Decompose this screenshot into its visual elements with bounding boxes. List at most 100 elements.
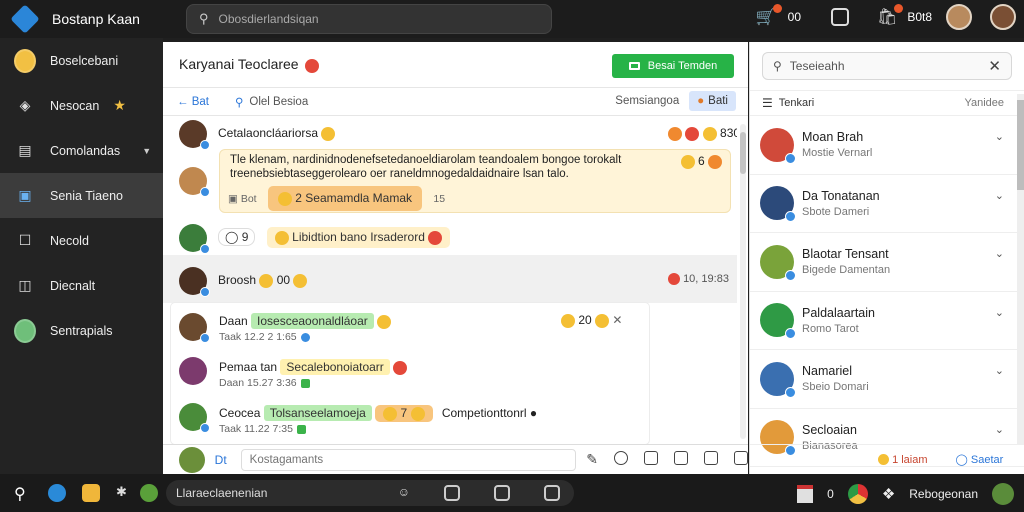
person-subtitle: Mostie Vernarl [802,147,873,160]
sort-dropdown[interactable]: Semsiangoa [615,95,679,107]
menu-icon[interactable]: ☰ [762,96,773,110]
message-reactions[interactable]: 830 [668,126,737,141]
filter-tag[interactable]: ● Bati [689,91,736,111]
pencil-icon[interactable]: ✎ [586,451,598,468]
status-tag: Tolsanseelamoeja [263,405,372,421]
chevron-down-icon[interactable]: ⌄ [995,364,1004,377]
sidebar-item-documents[interactable]: ☐ Necold [0,218,163,263]
calendar-icon[interactable] [797,485,814,503]
left-sidebar: Boselcebani ◈ Nesocan ★ ▤ Comolandas ▼ ▣… [0,38,163,474]
person-name: Paldalaartain [802,305,875,320]
video-icon [628,62,640,70]
user-avatar[interactable] [992,483,1014,505]
search-icon[interactable]: ⚲ [235,95,243,109]
taskbar-search[interactable]: Llaraeclaenenian ☺ [166,480,574,506]
emoji-icon[interactable] [614,451,628,465]
thread-reaction[interactable]: 20 ✕ [561,313,622,328]
people-scrollbar[interactable] [1017,94,1024,444]
cart-count: 00 [787,10,801,24]
back-button[interactable]: ← Bat [177,96,209,108]
calendar-icon: ◫ [18,277,32,293]
close-icon[interactable]: ✕ [988,57,1001,75]
puzzle-icon[interactable]: ❖ [882,485,895,503]
chrome-icon[interactable] [847,484,868,504]
people-search-input[interactable]: ⚲ Teseieahh ✕ [762,52,1012,80]
top-search-input[interactable]: ⚲ Obosdierlandsiqan [186,4,552,34]
search-icon[interactable]: ⚲ [14,484,32,503]
message-author: Cetalaoncláariorsa [218,126,336,141]
primary-action-button[interactable]: Besai Temden [612,54,734,78]
footer-link-a[interactable]: 1 laiam [878,454,928,466]
list-item[interactable]: Namariel Sbeio Domari ⌄ [750,350,1024,409]
person-subtitle: Sbeio Domari [802,381,869,394]
angry-emoji-icon [304,58,319,73]
chat-panel: Karyanai Teoclaree Besai Temden ← Bat ⚲ … [163,42,748,474]
sidebar-item-calendar[interactable]: ◫ Diecnalt [0,263,163,308]
sidebar-item-active-chat[interactable]: ▣ Senia Tiaeno [0,173,163,218]
avatar[interactable] [179,357,207,385]
primary-action-label: Besai Temden [647,60,718,72]
people-icon[interactable]: ☺ [398,485,410,501]
avatar[interactable] [179,267,210,297]
avatar[interactable] [179,167,210,197]
settings-icon[interactable]: ✱ [116,484,130,502]
list-item[interactable]: Da Tonatanan Sbote Dameri ⌄ [750,175,1024,233]
chevron-down-icon[interactable]: ⌄ [995,247,1004,260]
reaction-pill[interactable]: Libidtion bano Irsaderord [266,227,451,248]
list-item[interactable]: Paldalaartain Romo Tarot ⌄ [750,292,1024,350]
sidebar-item-profile[interactable]: Boselcebani [0,38,163,83]
chat-search-label[interactable]: Olel Besioa [249,96,308,108]
status-tag: Secalebonoiatoarr [280,359,390,375]
person-name: Secloaian [802,422,857,437]
contact-avatar-button[interactable] [946,4,972,30]
people-header-filter[interactable]: Yanidee [964,97,1004,109]
profile-avatar [990,4,1016,30]
person-subtitle: Sbote Dameri [802,205,870,218]
message-reaction[interactable]: 6 [680,154,722,169]
sidebar-item-label: Boselcebani [50,53,119,68]
chevron-down-icon[interactable]: ⌄ [995,130,1004,143]
search-icon: ⚲ [773,59,782,73]
status-tag: Iosesceaoonaldláoar [251,313,374,329]
sidebar-item-label: Diecnalt [50,278,96,293]
sidebar-item-settings[interactable]: Sentrapials [0,308,163,353]
thread-reply: Pemaa tan Secalebonoiatoarr [219,359,408,375]
grid-icon[interactable] [494,485,510,501]
chevron-down-icon[interactable]: ⌄ [995,306,1004,319]
folder-icon[interactable] [82,484,100,502]
message-input[interactable] [240,448,577,471]
footer-link-b[interactable]: ◯ Saetar [956,453,1004,466]
avatar[interactable] [179,403,210,433]
user-avatar-icon [14,318,36,343]
person-subtitle: Bigede Damentan [802,264,891,277]
image-icon[interactable] [674,451,688,465]
reaction-pill[interactable]: 2 Seamamdla Mamak [267,186,423,211]
avatar[interactable] [179,224,210,254]
list-item[interactable]: Blaotar Tensant Bigede Damentan ⌄ [750,233,1024,292]
attachment-icon[interactable] [734,451,748,465]
browser-icon[interactable] [48,484,66,502]
bag-label: B0t8 [907,10,932,24]
avatar[interactable] [179,313,210,343]
sidebar-item-label: Comolandas [50,143,121,158]
cart-notification-button[interactable]: 🛒 00 [756,4,801,27]
message-text-line: Tle klenam, nardinidnodenefsetedanoeldia… [230,154,622,166]
app-icon[interactable] [140,484,158,502]
window-icon[interactable] [444,485,460,501]
taskbar: ⚲ ✱ Llaraeclaenenian ☺ 0 ❖ Rebogeonan [0,474,1024,512]
bag-notification-button[interactable]: 🛍 B0t8 [877,4,932,27]
avatar[interactable] [179,120,210,150]
reply-chip[interactable]: ◯ 9 [218,228,256,246]
chat-scrollbar[interactable] [740,124,746,439]
camera-button[interactable] [831,8,849,26]
people-header-title: Tenkari [778,97,815,109]
chevron-down-icon[interactable]: ⌄ [995,189,1004,202]
sidebar-item-messages[interactable]: ◈ Nesocan ★ [0,83,163,128]
edit-icon[interactable] [704,451,718,465]
profile-avatar-button[interactable] [990,4,1016,30]
sidebar-item-groups[interactable]: ▤ Comolandas ▼ [0,128,163,173]
phone-icon[interactable] [544,485,560,501]
list-item[interactable]: Moan Brah Mostie Vernarl ⌄ [750,116,1024,175]
sticker-icon[interactable] [644,451,658,465]
chevron-down-icon[interactable]: ⌄ [995,423,1004,436]
